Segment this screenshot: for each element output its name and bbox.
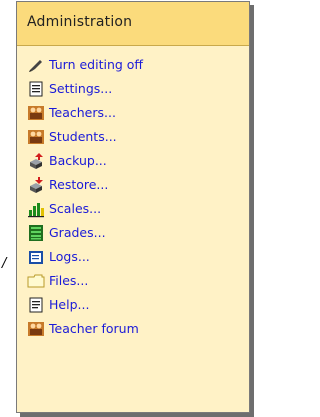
scales-label: Scales... (49, 201, 102, 216)
forum-icon (27, 320, 45, 338)
restore-link[interactable]: Restore... (27, 173, 108, 197)
block-title: Administration (17, 2, 249, 46)
teacher-forum-label: Teacher forum (49, 321, 139, 336)
scales-link[interactable]: Scales... (27, 197, 101, 221)
help-label: Help... (49, 297, 90, 312)
backup-icon (27, 152, 45, 170)
turn-editing-off-label: Turn editing off (49, 57, 144, 72)
settings-icon (27, 80, 45, 98)
help-link[interactable]: Help... (27, 293, 89, 317)
students-link[interactable]: Students... (27, 125, 117, 149)
turn-editing-off-link[interactable]: Turn editing off (27, 53, 143, 77)
files-link[interactable]: Files... (27, 269, 88, 293)
students-label: Students... (49, 129, 117, 144)
restore-label: Restore... (49, 177, 109, 192)
grades-icon (27, 224, 45, 242)
students-icon (27, 128, 45, 146)
pencil-icon (27, 56, 45, 74)
logs-label: Logs... (49, 249, 90, 264)
restore-icon (27, 176, 45, 194)
teachers-label: Teachers... (49, 105, 116, 120)
backup-link[interactable]: Backup... (27, 149, 107, 173)
grades-label: Grades... (49, 225, 106, 240)
teachers-link[interactable]: Teachers... (27, 101, 116, 125)
help-icon (27, 296, 45, 314)
teacher-forum-link[interactable]: Teacher forum (27, 317, 139, 341)
grades-link[interactable]: Grades... (27, 221, 106, 245)
folder-icon (27, 272, 45, 290)
teachers-icon (27, 104, 45, 122)
settings-label: Settings... (49, 81, 113, 96)
administration-block: Administration Turn editing off Settings… (16, 1, 250, 413)
logs-link[interactable]: Logs... (27, 245, 90, 269)
stray-slash-mark: / (2, 256, 7, 271)
settings-link[interactable]: Settings... (27, 77, 112, 101)
scales-icon (27, 200, 45, 218)
files-label: Files... (49, 273, 89, 288)
backup-label: Backup... (49, 153, 107, 168)
logs-icon (27, 248, 45, 266)
